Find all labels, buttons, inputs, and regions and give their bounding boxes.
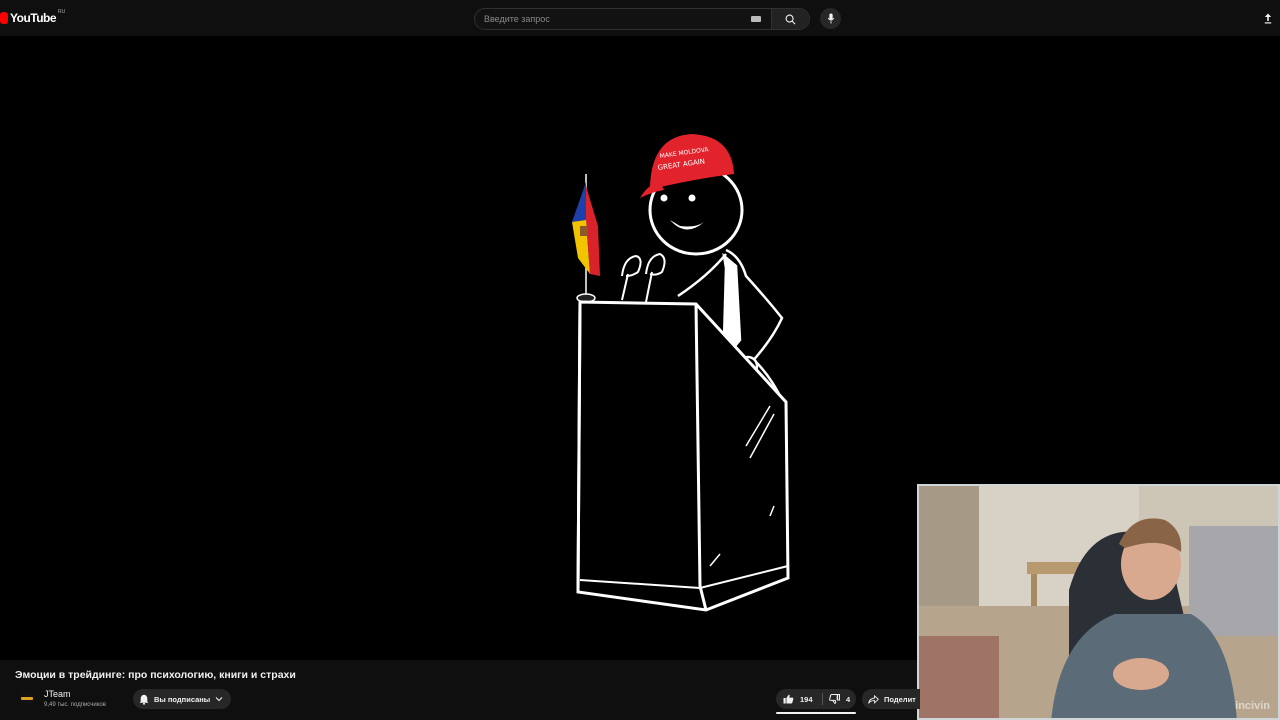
dislike-button[interactable]: 4 bbox=[823, 689, 850, 709]
keyboard-icon[interactable] bbox=[751, 16, 761, 22]
subscribed-label: Вы подписаны bbox=[154, 694, 211, 704]
webcam-watermark: incivin bbox=[1235, 700, 1270, 712]
moldova-flag-icon bbox=[572, 174, 600, 303]
webcam-feed bbox=[919, 486, 1278, 718]
like-dislike-group: 194 4 bbox=[776, 689, 856, 709]
channel-logo-icon bbox=[21, 696, 33, 700]
bell-icon bbox=[139, 694, 149, 705]
search-input[interactable] bbox=[475, 9, 751, 29]
video-title: Эмоции в трейдинге: про психологию, книг… bbox=[15, 669, 296, 681]
youtube-logo-icon bbox=[0, 12, 8, 24]
like-button[interactable]: 194 bbox=[776, 689, 822, 709]
like-ratio-bar bbox=[776, 712, 856, 714]
upload-icon bbox=[1264, 13, 1272, 23]
logo-text: YouTube bbox=[10, 11, 57, 25]
share-icon bbox=[868, 694, 879, 704]
like-count: 194 bbox=[800, 694, 813, 704]
upload-button[interactable] bbox=[1262, 11, 1274, 25]
thumbs-up-icon bbox=[783, 694, 794, 704]
youtube-watch-page: YouTube RU Введите запрос MAKE MOLDOVA G… bbox=[0, 0, 1280, 720]
search-icon bbox=[785, 14, 796, 24]
youtube-logo[interactable]: YouTube RU bbox=[0, 9, 66, 26]
share-button[interactable]: Поделит bbox=[862, 689, 920, 709]
subscriber-count: 9,49 тыс. подписчиков bbox=[44, 702, 106, 708]
search-box bbox=[474, 8, 810, 30]
subscribed-button[interactable]: Вы подписаны bbox=[133, 689, 232, 709]
chevron-down-icon bbox=[215, 697, 223, 702]
channel-avatar[interactable] bbox=[19, 690, 35, 706]
search-button[interactable] bbox=[771, 9, 809, 29]
microphones-icon bbox=[621, 252, 666, 303]
thumbs-down-icon bbox=[829, 694, 840, 704]
video-frame-illustration: MAKE MOLDOVA GREAT AGAIN bbox=[572, 134, 790, 612]
share-label: Поделит bbox=[884, 694, 916, 704]
voice-search-button[interactable] bbox=[820, 8, 841, 29]
logo-region: RU bbox=[58, 9, 66, 15]
channel-name[interactable]: JTeam bbox=[44, 689, 71, 699]
dislike-count: 4 bbox=[846, 694, 851, 704]
podium bbox=[576, 300, 790, 612]
webcam-overlay: incivin bbox=[917, 484, 1280, 720]
microphone-icon bbox=[827, 13, 834, 24]
top-bar: YouTube RU bbox=[0, 0, 1280, 36]
